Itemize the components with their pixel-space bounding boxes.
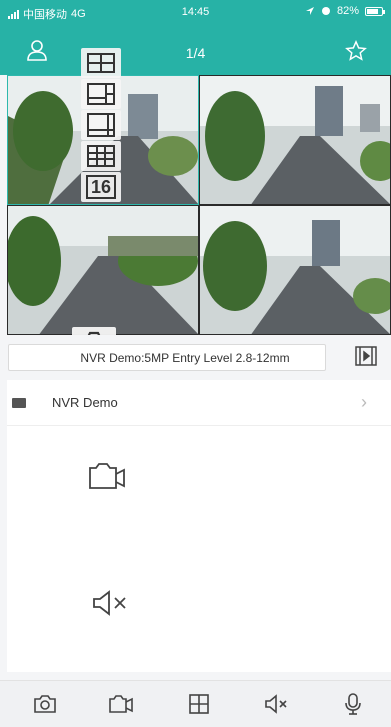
camera-frame-4: [200, 206, 390, 334]
channel-bar: NVR Demo:5MP Entry Level 2.8-12mm: [0, 335, 391, 380]
channel-name-box[interactable]: NVR Demo:5MP Entry Level 2.8-12mm: [8, 344, 326, 371]
bottom-toolbar: [0, 680, 391, 727]
status-bar: 中国移动 4G 14:45 82%: [0, 0, 391, 24]
favorite-star-icon[interactable]: [345, 40, 367, 62]
split-6-option[interactable]: [81, 110, 121, 140]
record-button[interactable]: [108, 691, 134, 717]
split-6-icon: [87, 113, 115, 137]
split-16-label: 16: [85, 175, 117, 199]
split-4-option[interactable]: [81, 79, 121, 109]
microphone-icon: [345, 693, 361, 715]
mute-button[interactable]: [264, 691, 290, 717]
record-icon: [109, 695, 133, 713]
device-panel: NVR Demo ›: [7, 380, 391, 672]
video-window-3[interactable]: [7, 205, 199, 335]
split-screen-button[interactable]: [186, 691, 212, 717]
mute-large-icon[interactable]: [91, 588, 131, 618]
battery-percent: 82%: [336, 5, 359, 17]
snapshot-icon: [34, 695, 56, 713]
location-icon: [305, 7, 314, 15]
split-screen-icon: [189, 694, 209, 714]
alarm-icon: [321, 7, 330, 15]
split-9-option[interactable]: [81, 141, 121, 171]
split-16-option[interactable]: 16: [81, 172, 121, 202]
split-2-option[interactable]: [81, 48, 121, 78]
chevron-right-icon: ›: [361, 392, 367, 412]
split-2-icon: [87, 53, 115, 73]
device-name: NVR Demo: [52, 395, 118, 410]
video-window-4[interactable]: [199, 205, 391, 335]
mute-icon: [265, 694, 287, 714]
nvr-device-icon: [12, 398, 26, 408]
live-view-grid: [7, 75, 391, 335]
status-right: 82%: [305, 5, 385, 17]
snapshot-button[interactable]: [32, 691, 58, 717]
split-4-icon: [87, 83, 115, 105]
battery-icon: [365, 6, 385, 16]
battery-level: [367, 8, 379, 14]
record-large-icon[interactable]: [87, 460, 127, 494]
device-list-item[interactable]: NVR Demo ›: [7, 380, 391, 426]
channel-name: NVR Demo:5MP Entry Level 2.8-12mm: [80, 350, 290, 365]
page-indicator: 1/4: [185, 45, 206, 61]
talk-button[interactable]: [340, 691, 366, 717]
camera-frame-3: [8, 206, 198, 334]
playback-icon[interactable]: [355, 346, 377, 366]
video-window-2[interactable]: [199, 75, 391, 205]
camera-frame-2: [200, 76, 390, 204]
top-bar: 中国移动 4G 14:45 82% 1/4: [0, 0, 391, 75]
split-9-icon: [87, 145, 115, 167]
